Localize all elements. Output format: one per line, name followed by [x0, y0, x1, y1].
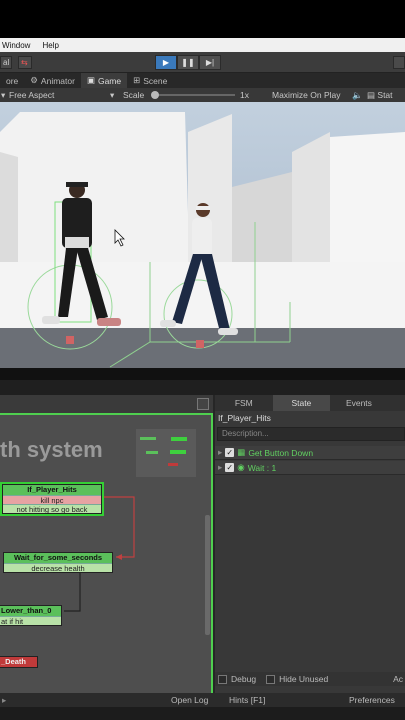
tab-scene[interactable]: ⊞ Scene	[127, 73, 173, 88]
unity-editor: Window Help al ⇆ ▶ ❚❚ ▶| ore ⚙ Animator ▣…	[0, 0, 405, 720]
action-icon: ▦	[237, 447, 246, 457]
play-icon: ▶	[162, 58, 170, 67]
action-enabled-checkbox[interactable]: ✓	[225, 448, 235, 457]
tab-animator[interactable]: ⚙ Animator	[24, 73, 81, 88]
action-label: Get Button Down	[248, 447, 314, 458]
pause-icon: ❚❚	[181, 58, 195, 67]
inspector-footer: Debug Hide Unused Ac	[215, 672, 405, 686]
vertical-scrollbar[interactable]	[205, 515, 210, 635]
scale-slider[interactable]	[155, 94, 235, 96]
tab-label: Game	[97, 75, 122, 86]
step-icon: ▶|	[205, 58, 215, 67]
collapse-icon[interactable]: ▸	[2, 695, 6, 706]
game-icon: ▣	[86, 75, 95, 85]
minimap-toggle-icon[interactable]	[197, 398, 209, 410]
scale-slider-handle[interactable]	[151, 91, 159, 99]
action-browser-button[interactable]: Ac	[393, 674, 405, 684]
play-controls: ▶ ❚❚ ▶|	[155, 55, 221, 70]
aspect-dropdown[interactable]: Free Aspect	[9, 90, 54, 100]
state-name: Lower_than_0	[0, 606, 61, 616]
chevron-down-icon: ▾	[110, 90, 115, 100]
game-toolbar: ▾ Free Aspect ▾ Scale 1x Maximize On Pla…	[0, 88, 405, 102]
description-field[interactable]: Description...	[217, 427, 405, 441]
state-wait-for-some-seconds[interactable]: Wait_for_some_seconds decrease health	[3, 552, 113, 573]
state-lower-than-0[interactable]: Lower_than_0 at if hit	[0, 605, 62, 626]
state-transition[interactable]: at if hit	[0, 616, 61, 626]
expand-arrow-icon[interactable]: ▸	[218, 447, 222, 458]
tab-state[interactable]: State	[272, 395, 331, 411]
tab-label: ore	[6, 75, 19, 86]
inspector-tabs: FSM State Events	[215, 395, 405, 411]
menu-window[interactable]: Window	[2, 41, 30, 50]
fsm-inspector: FSM State Events If_Player_Hits Descript…	[215, 395, 405, 705]
clock-icon: ◉	[237, 462, 245, 472]
open-log-button[interactable]: Open Log	[171, 695, 208, 705]
stats-toggle[interactable]: ▤ Stat	[367, 90, 393, 101]
state-name: If_Player_Hits	[3, 485, 101, 495]
fsm-graph-canvas[interactable]: th system If_Player_Hits kill npc not hi…	[0, 413, 213, 703]
tab-label: Animator	[40, 75, 75, 86]
action-get-button-down[interactable]: ▸ ✓ ▦ Get Button Down	[215, 446, 405, 460]
view-tabs: ore ⚙ Animator ▣ Game ⊞ Scene	[0, 73, 405, 88]
status-bar: ▸ Open Log Hints [F1] Preferences	[0, 693, 405, 707]
state-transition[interactable]: not hitting so go back	[3, 504, 101, 514]
tab-explore[interactable]: ore	[0, 73, 24, 88]
game-view[interactable]	[0, 102, 405, 368]
building-right-side	[292, 132, 330, 282]
action-wait[interactable]: ▸ ✓ ◉ Wait : 1	[215, 461, 405, 475]
action-enabled-checkbox[interactable]: ✓	[225, 463, 235, 472]
tab-label: Scene	[143, 75, 168, 86]
building-left	[0, 112, 190, 282]
scene-icon: ⊞	[133, 75, 141, 85]
bottom-strip	[0, 707, 405, 720]
step-button[interactable]: ▶|	[199, 55, 221, 70]
tab-events[interactable]: Events	[330, 395, 388, 411]
toolbar-left-button[interactable]: al	[0, 56, 12, 69]
menu-bar: Window Help	[0, 38, 405, 52]
hints-button[interactable]: Hints [F1]	[229, 695, 265, 705]
expand-arrow-icon[interactable]: ▸	[218, 462, 222, 473]
tab-variables[interactable]	[388, 395, 405, 411]
debug-label: Debug	[231, 674, 257, 684]
dropdown-icon: ▾	[1, 90, 6, 100]
panel-divider	[0, 368, 405, 380]
playmaker-panel: th system If_Player_Hits kill npc not hi…	[0, 380, 405, 720]
mute-audio-icon[interactable]: 🔈	[352, 90, 363, 101]
building-right	[330, 132, 405, 282]
tab-fsm[interactable]: FSM	[215, 395, 273, 411]
state-transition[interactable]: decrease health	[4, 563, 112, 573]
pause-button[interactable]: ❚❚	[177, 55, 199, 70]
collab-icon[interactable]: ⇆	[18, 56, 32, 69]
main-toolbar: al ⇆ ▶ ❚❚ ▶|	[0, 52, 405, 73]
state-name: _Death	[0, 657, 37, 667]
state-transition[interactable]: kill npc	[3, 495, 101, 505]
hide-unused-checkbox[interactable]	[266, 674, 276, 684]
tab-game[interactable]: ▣ Game	[80, 73, 128, 88]
stats-icon: ▤	[367, 90, 378, 100]
menu-help[interactable]: Help	[42, 41, 58, 50]
toolbar-right-button[interactable]	[393, 56, 405, 69]
fsm-canvas-toolbar	[0, 395, 213, 413]
stats-label: Stat	[377, 90, 393, 100]
action-label: Wait : 1	[247, 462, 277, 473]
scale-value: 1x	[240, 90, 249, 100]
state-if-player-hits[interactable]: If_Player_Hits kill npc not hitting so g…	[0, 482, 104, 516]
panel-header	[0, 380, 405, 395]
state-name-field[interactable]: If_Player_Hits	[218, 413, 271, 423]
maximize-on-play-toggle[interactable]: Maximize On Play	[272, 90, 341, 100]
scale-label: Scale	[123, 90, 145, 100]
game-scene	[0, 112, 405, 368]
play-button[interactable]: ▶	[155, 55, 177, 70]
state-name: Wait_for_some_seconds	[4, 553, 112, 563]
debug-checkbox[interactable]	[218, 674, 227, 684]
state-death[interactable]: _Death	[0, 656, 38, 668]
preferences-button[interactable]: Preferences	[349, 695, 395, 705]
animator-icon: ⚙	[30, 75, 38, 85]
hide-unused-label: Hide Unused	[279, 674, 329, 684]
